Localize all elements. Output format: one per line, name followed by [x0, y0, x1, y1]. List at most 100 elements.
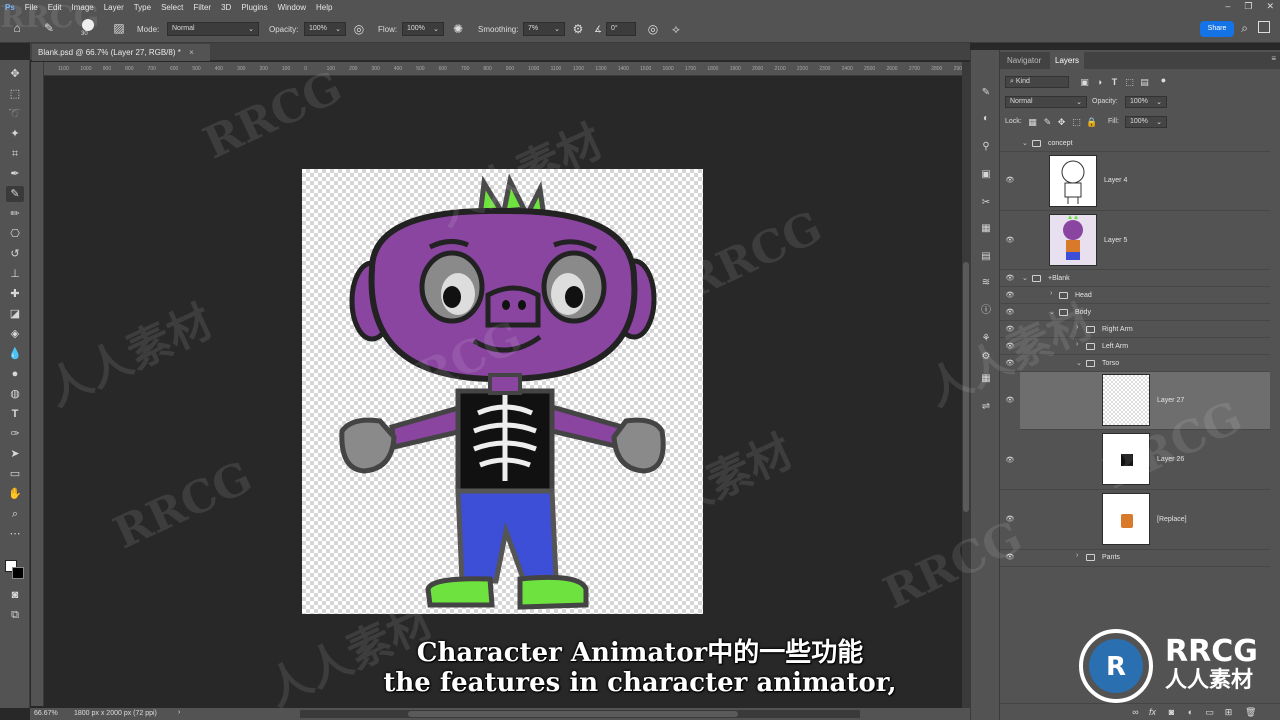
move-tool-icon[interactable]: ✥ — [6, 66, 24, 82]
filter-shape-icon[interactable]: ⬚ — [1124, 77, 1135, 88]
zoom-level[interactable]: 66.67% — [34, 710, 58, 717]
eye-icon[interactable]: 👁 — [1005, 177, 1015, 185]
stamp-tool-icon[interactable]: ⊥ — [6, 266, 24, 282]
paint-bucket-icon[interactable]: ◈ — [6, 326, 24, 342]
chevron-right-icon[interactable]: › — [178, 709, 180, 716]
properties-icon[interactable]: ◐ — [979, 112, 993, 126]
rectangle-tool-icon[interactable]: ▭ — [6, 466, 24, 482]
link-layers-icon[interactable]: ∞ — [1130, 707, 1141, 718]
clone-stamp-icon[interactable]: ⎔ — [6, 226, 24, 242]
new-group-icon[interactable]: ▭ — [1204, 707, 1215, 718]
angle-field[interactable]: 0° — [606, 22, 636, 36]
pen-tool-icon[interactable]: ✑ — [6, 426, 24, 442]
mode-select[interactable]: Normal ⌄ — [167, 22, 259, 36]
eye-icon[interactable]: 👁 — [1005, 360, 1015, 368]
eye-icon[interactable]: 👁 — [1005, 309, 1015, 317]
paths-icon[interactable]: ⚘ — [979, 332, 993, 346]
menu-image[interactable]: Image — [66, 3, 98, 12]
libraries-icon[interactable]: ⚲ — [979, 140, 993, 154]
restore-icon[interactable]: ❐ — [1244, 1, 1252, 12]
eye-icon[interactable]: 👁 — [1005, 326, 1015, 334]
eye-icon[interactable]: 👁 — [1005, 516, 1015, 524]
workspace-icon[interactable] — [1258, 21, 1270, 33]
brush-tool-icon[interactable]: ✎ — [6, 186, 24, 202]
close-window-icon[interactable]: ✕ — [1266, 1, 1274, 12]
home-icon[interactable]: ⌂ — [10, 21, 24, 35]
eye-icon[interactable]: 👁 — [1005, 237, 1015, 245]
blend-mode-select[interactable]: Normal ⌄ — [1005, 96, 1087, 108]
crop-tool-icon[interactable]: ⌗ — [6, 146, 24, 162]
smoothing-field[interactable]: 7% ⌄ — [523, 22, 565, 36]
screen-mode-icon[interactable]: ⧉ — [6, 607, 24, 623]
menu-edit[interactable]: Edit — [43, 3, 67, 12]
magic-wand-icon[interactable]: ✦ — [6, 126, 24, 142]
filter-toggle-icon[interactable]: ● — [1158, 75, 1169, 86]
layer-group-body[interactable] — [1000, 304, 1270, 321]
symmetry-icon[interactable]: ⟡ — [669, 22, 683, 36]
scroll-thumb[interactable] — [408, 711, 738, 717]
channels-icon[interactable]: ≋ — [979, 276, 993, 290]
eyedropper-icon[interactable]: ✒ — [6, 166, 24, 182]
adjustments-icon[interactable]: ▣ — [979, 168, 993, 182]
fill-field[interactable]: 100% ⌄ — [1125, 116, 1167, 128]
layer-group-right-arm[interactable] — [1000, 321, 1270, 338]
hand-tool-icon[interactable]: ✋ — [6, 486, 24, 502]
healing-brush-icon[interactable]: ✚ — [6, 286, 24, 302]
layer-group-left-arm[interactable] — [1000, 338, 1270, 355]
opacity-field[interactable]: 100% ⌄ — [304, 22, 346, 36]
filter-pixel-icon[interactable]: ▣ — [1079, 77, 1090, 88]
type-tool-icon[interactable]: T — [6, 406, 24, 422]
info-icon[interactable]: ⓘ — [979, 304, 993, 318]
chevron-down-icon[interactable]: ⌄ — [1022, 139, 1028, 147]
path-select-icon[interactable]: ➤ — [6, 446, 24, 462]
chevron-down-icon[interactable]: ⌄ — [1076, 359, 1082, 367]
layer-group-torso[interactable] — [1000, 355, 1270, 372]
layer-group-head[interactable] — [1000, 287, 1270, 304]
menu-window[interactable]: Window — [273, 3, 311, 12]
document-tab[interactable]: Blank.psd @ 66.7% (Layer 27, RGB/8) * × — [32, 44, 210, 61]
blur-tool-icon[interactable]: 💧 — [6, 346, 24, 362]
adjustment-layer-icon[interactable]: ◐ — [1185, 707, 1196, 718]
pressure-size-icon[interactable]: ◎ — [646, 22, 660, 36]
eraser-icon[interactable]: ◪ — [6, 306, 24, 322]
tab-layers[interactable]: Layers — [1050, 52, 1085, 69]
marquee-tool-icon[interactable]: ⬚ — [6, 86, 24, 102]
flow-field[interactable]: 100% ⌄ — [402, 22, 444, 36]
chevron-down-icon[interactable]: ⌄ — [1049, 308, 1055, 316]
layer-row-layer4[interactable] — [1000, 152, 1270, 211]
chevron-right-icon[interactable]: › — [1050, 290, 1052, 297]
history-icon[interactable]: ✎ — [979, 86, 993, 100]
dodge-tool-icon[interactable]: ● — [6, 366, 24, 382]
swatches-icon[interactable]: ▦ — [979, 222, 993, 236]
pencil-tool-icon[interactable]: ✏ — [6, 206, 24, 222]
lock-transparent-icon[interactable]: ▦ — [1027, 117, 1038, 128]
share-button[interactable]: Share — [1200, 21, 1234, 37]
sponge-icon[interactable]: ◍ — [6, 386, 24, 402]
filter-smart-object-icon[interactable]: ▤ — [1139, 77, 1150, 88]
background-color-swatch[interactable] — [12, 567, 24, 579]
layer-comps-icon[interactable]: ▦ — [979, 372, 993, 386]
menu-plugins[interactable]: Plugins — [236, 3, 272, 12]
menu-filter[interactable]: Filter — [188, 3, 216, 12]
chevron-down-icon[interactable]: ⌄ — [1022, 274, 1028, 282]
lock-all-icon[interactable]: 🔒 — [1086, 117, 1097, 128]
eye-icon[interactable]: 👁 — [1005, 343, 1015, 351]
panel-menu-icon[interactable]: ≡ — [1271, 54, 1276, 63]
more-tools-icon[interactable]: ⋯ — [6, 526, 24, 542]
eye-icon[interactable]: 👁 — [1005, 275, 1015, 283]
chevron-right-icon[interactable]: › — [1076, 552, 1078, 559]
filter-kind-select[interactable]: ⌕ Kind — [1005, 76, 1069, 88]
adjust-sliders-icon[interactable]: ⇌ — [979, 400, 993, 414]
airbrush-icon[interactable]: ✺ — [451, 22, 465, 36]
eye-icon[interactable]: 👁 — [1005, 554, 1015, 562]
actions-icon[interactable]: ⚙ — [979, 350, 993, 364]
eye-icon[interactable]: 👁 — [1005, 397, 1015, 405]
chevron-right-icon[interactable]: › — [1076, 341, 1078, 348]
eye-icon[interactable]: 👁 — [1005, 292, 1015, 300]
layer-style-icon[interactable]: fx — [1147, 707, 1158, 718]
gear-icon[interactable]: ⚙ — [571, 22, 585, 36]
layer-row-layer5[interactable] — [1000, 211, 1270, 270]
history-brush-icon[interactable]: ↺ — [6, 246, 24, 262]
menu-file[interactable]: File — [20, 3, 43, 12]
brushes-icon[interactable]: ▤ — [979, 250, 993, 264]
